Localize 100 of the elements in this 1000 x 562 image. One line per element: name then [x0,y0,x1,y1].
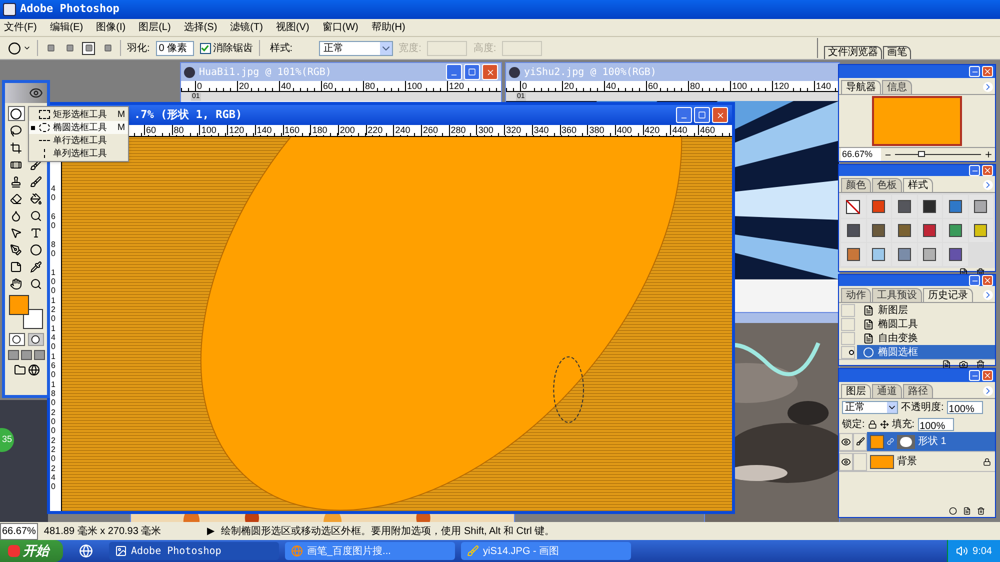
taskbar-button[interactable]: 画笔_百度图片搜... [285,542,455,560]
layer-row[interactable]: 形状 1 [867,432,995,451]
ruler-label: 60 [646,81,660,91]
flyout-item[interactable]: 单列选框工具 [29,147,128,160]
ruler-label: 360 [560,125,578,135]
opacity-label: 不透明度: [901,400,944,415]
ruler-label: 20 [562,81,576,91]
taskbar-button[interactable]: yiS14.JPG - 画图 [461,542,631,560]
feather-field[interactable]: 0 像素 [156,40,194,56]
flyout-item[interactable]: 椭圆选框工具 M [29,121,128,134]
document-size: 481.89 毫米 x 270.93 毫米 [44,524,162,538]
ruler-label: 300 [476,125,494,135]
ruler-label: 80 [363,81,376,91]
ruler-label: 180 [51,381,56,408]
fill-field[interactable]: 100% [918,418,954,430]
ruler-label: 100 [405,81,424,91]
menu-item[interactable]: 选择(S) [182,20,220,35]
ruler-label: 0 [520,81,528,91]
menu-item[interactable]: 视图(V) [274,20,312,35]
menu-item[interactable]: 文件(F) [2,20,39,35]
history-item[interactable]: 自由变换 [857,331,995,345]
window-title: Adobe Photoshop [20,1,120,18]
ruler-label: 140 [814,81,832,91]
layer-row[interactable]: 背景 [867,452,995,471]
ruler-label: 120 [51,297,56,324]
ruler-label: 420 [642,125,661,135]
clock: 9:04 [972,544,992,558]
navigator-zoom-field[interactable]: 66.67% [841,148,881,162]
document-title: yiShu2.jpg @ 100%(RGB) [524,66,656,80]
ruler-label: 80 [51,241,56,259]
width-label: 宽度: [398,42,422,56]
ruler-label: 40 [51,185,56,203]
menu-item[interactable]: 编辑(E) [48,20,86,35]
height-label: 高度: [473,42,496,56]
opacity-field[interactable]: 100% [946,401,983,414]
ruler-label: 220 [51,437,56,464]
panel-tab[interactable]: 图层 [841,384,871,398]
panel-tab[interactable]: 样式 [903,178,933,192]
panel-tab[interactable]: 工具预设 [872,288,922,302]
ruler-label: 80 [172,125,185,135]
ruler-label: 200 [51,409,56,436]
ruler-label: 120 [227,125,246,135]
panel-tab[interactable]: 色板 [872,178,902,192]
ruler-label: 100 [730,81,748,91]
zoom-field[interactable]: 66.67% [0,522,38,540]
panel-tab[interactable]: 导航器 [841,80,881,94]
ruler-label: 220 [366,125,384,135]
panel-tab[interactable]: 颜色 [841,178,871,192]
ruler-label: 400 [614,125,633,135]
ruler-label: 240 [51,465,56,492]
ruler-label: 140 [51,325,56,352]
ruler-label: 80 [688,81,702,91]
status-hint: 绘制椭圆形选区或移动选区外框。要用附加选项，使用 Shift, Alt 和 Ctrl 键。 [221,524,555,538]
palette-well-tab[interactable]: 文件浏览器 [824,46,882,59]
ruler-label: 120 [772,81,790,91]
ruler-label: 340 [532,125,550,135]
ruler-label: 380 [587,125,606,135]
ruler-label: 200 [338,125,356,135]
history-item[interactable]: 椭圆工具 [857,317,995,331]
status-arrow[interactable]: ▶ [207,524,216,538]
lock-label: 锁定: [842,418,865,432]
menu-item[interactable]: 图像(I) [94,20,128,35]
ruler-label: 180 [310,125,328,135]
style-dropdown[interactable]: 正常 [318,40,393,56]
taskbar-button[interactable]: Adobe Photoshop [109,542,279,560]
panel-tab[interactable]: 动作 [841,288,871,302]
flyout-item[interactable]: 矩形选框工具 M [29,108,128,121]
history-item[interactable]: 椭圆选框 [857,345,995,359]
ruler-label: 120 [447,81,466,91]
ruler-label: 440 [670,125,688,135]
panel-tab[interactable]: 历史记录 [923,288,973,302]
ruler-label: 140 [254,125,273,135]
palette-well-tab[interactable]: 画笔 [883,46,911,59]
document-title: HuaBi1.jpg @ 101%(RGB) [199,66,332,80]
fill-label: 填充: [892,418,915,432]
flyout-item[interactable]: 单行选框工具 [29,134,128,147]
blend-mode-dropdown[interactable]: 正常 [842,401,898,414]
ruler-label: 320 [504,125,522,135]
document-title: .7% (形状 1, RGB) [134,106,242,123]
menu-item[interactable]: 图层(L) [136,20,173,35]
start-button[interactable]: 开始 [0,540,63,562]
panel-tab[interactable]: 路径 [903,384,933,398]
anti-alias-label: 消除锯齿 [212,42,253,56]
ruler-label: 60 [51,213,56,231]
ruler-label: 40 [604,81,618,91]
ruler-label: 0 [195,81,204,91]
ruler-label: 60 [321,81,334,91]
menu-item[interactable]: 滤镜(T) [228,20,265,35]
ruler-label: 160 [51,353,56,380]
ruler-label: 160 [282,125,301,135]
style-label: 样式: [270,42,293,56]
ruler-label: 280 [448,125,467,135]
panel-tab[interactable]: 信息 [882,80,912,94]
ruler-label: 20 [237,81,250,91]
panel-tab[interactable]: 通道 [872,384,902,398]
ruler-label: 100 [51,269,56,296]
menu-item[interactable]: 窗口(W) [320,20,360,35]
ruler-label: 60 [144,125,158,135]
menu-item[interactable]: 帮助(H) [369,20,408,35]
history-item[interactable]: 新图层 [857,303,995,317]
